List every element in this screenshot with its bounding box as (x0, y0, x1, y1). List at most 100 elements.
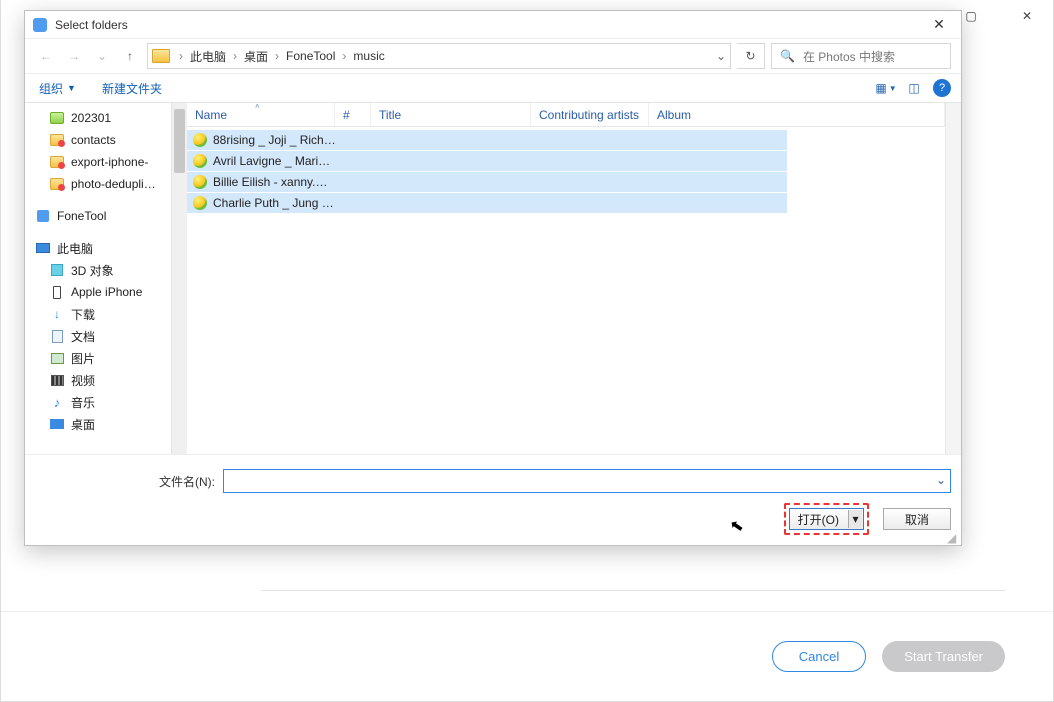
parent-footer: Cancel Start Transfer (1, 611, 1053, 701)
dialog-title: Select folders (55, 18, 925, 32)
file-list-area: ˄ Name # Title Contributing artists Albu… (187, 103, 945, 483)
chevron-right-icon: › (339, 49, 349, 63)
tree-scrollbar[interactable] (171, 103, 187, 483)
new-folder-button[interactable]: 新建文件夹 (98, 80, 166, 97)
tree-item[interactable]: 202301 (31, 107, 171, 129)
dialog-body: 202301 contacts export-iphone-photo-dedupl… (25, 103, 961, 483)
dialog-titlebar: Select folders ✕ (25, 11, 961, 39)
file-scrollbar[interactable] (945, 103, 961, 483)
tree-item[interactable]: 视频 (31, 369, 171, 391)
view-mode-button[interactable]: ▦ ▼ (875, 77, 897, 99)
file-row[interactable]: Avril Lavigne _ Mari… (187, 150, 787, 171)
tree-item[interactable]: 桌面 (31, 413, 171, 435)
tree-item[interactable]: photo-dedupli… (31, 173, 171, 195)
start-transfer-button[interactable]: Start Transfer (882, 641, 1005, 672)
tree-item-label: 桌面 (71, 416, 95, 433)
chevron-right-icon: › (176, 49, 186, 63)
tree-item-label: contacts (71, 133, 116, 147)
open-dropdown[interactable]: ▾ (848, 510, 862, 528)
dialog-cancel-button[interactable]: 取消 (883, 508, 951, 530)
nav-history-dropdown[interactable]: ⌄ (91, 45, 113, 67)
column-album[interactable]: Album (649, 103, 945, 126)
tree-item[interactable]: ♪音乐 (31, 391, 171, 413)
toolbar: 组织▼ 新建文件夹 ▦ ▼ ◫ ? (25, 73, 961, 103)
parent-close-button[interactable]: ✕ (1009, 2, 1045, 30)
chevron-right-icon: › (230, 49, 240, 63)
dialog-actions: 打开(O) ▾ 取消 (35, 503, 951, 535)
tree-item[interactable]: 文档 (31, 325, 171, 347)
music-file-icon (193, 154, 207, 168)
column-name[interactable]: Name (187, 103, 335, 126)
tree-item[interactable]: 图片 (31, 347, 171, 369)
chevron-down-icon: ▼ (67, 83, 76, 93)
organize-menu[interactable]: 组织▼ (35, 80, 80, 97)
search-placeholder: 在 Photos 中搜索 (803, 48, 895, 65)
tree-item-label: photo-dedupli… (71, 177, 156, 191)
scrollbar-thumb[interactable] (174, 109, 185, 173)
filename-row: 文件名(N): ⌄ (35, 469, 951, 493)
file-dialog: Select folders ✕ ← → ⌄ ↑ › 此电脑 › 桌面 › Fo… (24, 10, 962, 546)
breadcrumb-item[interactable]: music (351, 49, 386, 63)
tree-item-label: 202301 (71, 111, 111, 125)
tree-item-label: Apple iPhone (71, 285, 142, 299)
file-name: Charlie Puth _ Jung … (213, 196, 334, 210)
open-button-highlight: 打开(O) ▾ (784, 503, 869, 535)
filename-input[interactable]: ⌄ (223, 469, 951, 493)
dialog-footer: 文件名(N): ⌄ 打开(O) ▾ 取消 (25, 454, 961, 545)
refresh-button[interactable]: ↻ (737, 43, 765, 69)
help-button[interactable]: ? (933, 79, 951, 97)
tree-item-label: 音乐 (71, 394, 95, 411)
preview-pane-button[interactable]: ◫ (903, 77, 925, 99)
app-logo-icon (33, 18, 47, 32)
tree-item-label: 下载 (71, 306, 95, 323)
breadcrumb-item[interactable]: FoneTool (284, 49, 337, 63)
search-icon: 🔍 (780, 49, 795, 63)
file-name: 88rising _ Joji _ Rich… (213, 133, 336, 147)
breadcrumb-item[interactable]: 此电脑 (188, 48, 228, 65)
column-number[interactable]: # (335, 103, 371, 126)
resize-grip[interactable]: ◢ (947, 531, 959, 543)
sort-indicator-icon: ˄ (255, 102, 260, 111)
file-row[interactable]: Charlie Puth _ Jung … (187, 192, 787, 213)
tree-item-label: export-iphone- (71, 155, 148, 169)
tree-item[interactable]: contacts (31, 129, 171, 151)
tree-item[interactable]: Apple iPhone (31, 281, 171, 303)
nav-forward-button[interactable]: → (63, 45, 85, 67)
tree-item[interactable]: 此电脑 (31, 237, 171, 259)
file-row[interactable]: 88rising _ Joji _ Rich… (187, 129, 787, 150)
music-file-icon (193, 196, 207, 210)
tree-item[interactable]: FoneTool (31, 205, 171, 227)
music-file-icon (193, 133, 207, 147)
column-artists[interactable]: Contributing artists (531, 103, 649, 126)
breadcrumb-bar[interactable]: › 此电脑 › 桌面 › FoneTool › music ⌄ (147, 43, 731, 69)
dialog-close-button[interactable]: ✕ (925, 14, 953, 36)
tree-item[interactable]: 3D 对象 (31, 259, 171, 281)
file-name: Avril Lavigne _ Mari… (213, 154, 330, 168)
tree-item-label: 此电脑 (57, 240, 93, 257)
tree-item-label: 3D 对象 (71, 262, 114, 279)
chevron-right-icon: › (272, 49, 282, 63)
tree-item-label: 文档 (71, 328, 95, 345)
file-name: Billie Eilish - xanny.… (213, 175, 327, 189)
tree-item[interactable]: ↓下载 (31, 303, 171, 325)
breadcrumb-item[interactable]: 桌面 (242, 48, 270, 65)
search-input[interactable]: 🔍 在 Photos 中搜索 (771, 43, 951, 69)
divider (261, 590, 1005, 591)
filename-label: 文件名(N): (35, 473, 215, 490)
chevron-down-icon[interactable]: ⌄ (936, 473, 946, 487)
cancel-button[interactable]: Cancel (772, 641, 866, 672)
nav-up-button[interactable]: ↑ (119, 45, 141, 67)
column-title[interactable]: Title (371, 103, 531, 126)
open-button[interactable]: 打开(O) ▾ (789, 508, 864, 530)
tree-item[interactable]: export-iphone- (31, 151, 171, 173)
tree-item-label: 图片 (71, 350, 95, 367)
folder-icon (152, 49, 170, 63)
nav-back-button[interactable]: ← (35, 45, 57, 67)
folder-tree[interactable]: 202301 contacts export-iphone-photo-dedupl… (25, 103, 171, 483)
file-row[interactable]: Billie Eilish - xanny.… (187, 171, 787, 192)
path-dropdown[interactable]: ⌄ (716, 49, 726, 63)
music-file-icon (193, 175, 207, 189)
tree-item-label: 视频 (71, 372, 95, 389)
nav-row: ← → ⌄ ↑ › 此电脑 › 桌面 › FoneTool › music ⌄ … (25, 39, 961, 73)
file-rows: 88rising _ Joji _ Rich… Avril Lavigne _ M… (187, 127, 945, 213)
